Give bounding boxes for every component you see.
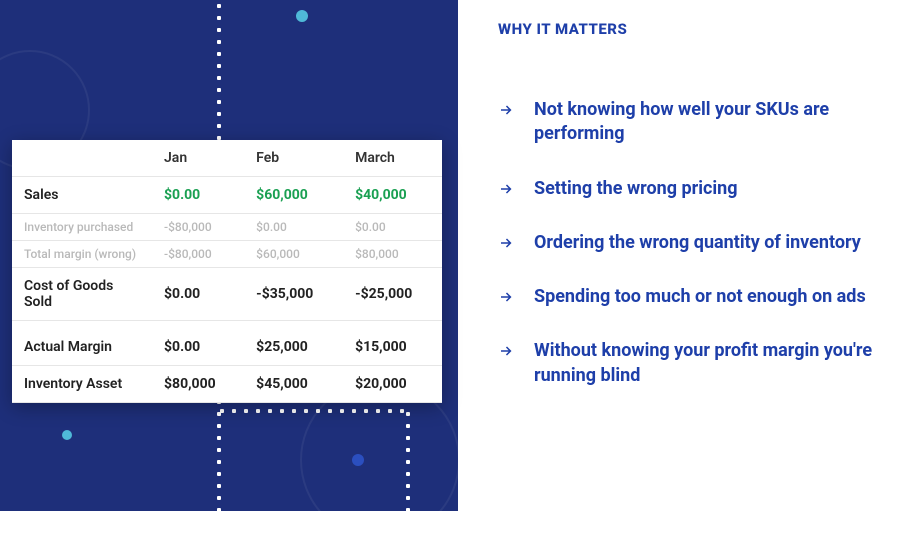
cell: $15,000 xyxy=(343,321,442,366)
table-row: Sales $0.00 $60,000 $40,000 xyxy=(12,177,442,214)
cell: $80,000 xyxy=(152,366,244,403)
col-header: Feb xyxy=(244,140,343,177)
table-row: Total margin (wrong) -$80,000 $60,000 $8… xyxy=(12,241,442,268)
cell: $60,000 xyxy=(244,241,343,268)
table-row: Cost of Goods Sold $0.00 -$35,000 -$25,0… xyxy=(12,268,442,321)
section-heading: WHY IT MATTERS xyxy=(498,20,875,38)
decorative-dot xyxy=(62,430,72,440)
cell: -$25,000 xyxy=(343,268,442,321)
bullet-list: Not knowing how well your SKUs are perfo… xyxy=(498,98,875,388)
arrow-right-icon xyxy=(498,180,516,198)
list-item: Without knowing your profit margin you'r… xyxy=(498,339,875,388)
cell: $0.00 xyxy=(152,177,244,214)
list-item: Not knowing how well your SKUs are perfo… xyxy=(498,98,875,147)
cell: -$80,000 xyxy=(152,214,244,241)
bullet-text: Not knowing how well your SKUs are perfo… xyxy=(534,98,875,147)
cell: $20,000 xyxy=(343,366,442,403)
bullet-text: Spending too much or not enough on ads xyxy=(534,285,866,309)
cell: $0.00 xyxy=(152,321,244,366)
arrow-right-icon xyxy=(498,288,516,306)
arrow-right-icon xyxy=(498,234,516,252)
table-row: Inventory Asset $80,000 $45,000 $20,000 xyxy=(12,366,442,403)
cell: $0.00 xyxy=(244,214,343,241)
cell: -$80,000 xyxy=(152,241,244,268)
decorative-dot xyxy=(296,10,308,22)
right-panel: WHY IT MATTERS Not knowing how well your… xyxy=(458,0,915,511)
bullet-text: Ordering the wrong quantity of inventory xyxy=(534,231,861,255)
cell: $0.00 xyxy=(343,214,442,241)
financial-table-card: Jan Feb March Sales $0.00 $60,000 $40,00… xyxy=(12,140,442,403)
bullet-text: Without knowing your profit margin you'r… xyxy=(534,339,875,388)
list-item: Setting the wrong pricing xyxy=(498,177,875,201)
cell: $45,000 xyxy=(244,366,343,403)
table-row: Inventory purchased -$80,000 $0.00 $0.00 xyxy=(12,214,442,241)
col-header: Jan xyxy=(152,140,244,177)
bullet-text: Setting the wrong pricing xyxy=(534,177,738,201)
cell: $60,000 xyxy=(244,177,343,214)
table-header-row: Jan Feb March xyxy=(12,140,442,177)
list-item: Spending too much or not enough on ads xyxy=(498,285,875,309)
col-header xyxy=(12,140,152,177)
list-item: Ordering the wrong quantity of inventory xyxy=(498,231,875,255)
decorative-circle xyxy=(300,380,460,540)
decorative-dot xyxy=(352,454,364,466)
financial-table: Jan Feb March Sales $0.00 $60,000 $40,00… xyxy=(12,140,442,403)
row-label: Cost of Goods Sold xyxy=(12,268,152,321)
cell: -$35,000 xyxy=(244,268,343,321)
arrow-right-icon xyxy=(498,101,516,119)
arrow-right-icon xyxy=(498,342,516,360)
cell: $0.00 xyxy=(152,268,244,321)
left-panel: Jan Feb March Sales $0.00 $60,000 $40,00… xyxy=(0,0,458,511)
row-label: Actual Margin xyxy=(12,321,152,366)
col-header: March xyxy=(343,140,442,177)
cell: $25,000 xyxy=(244,321,343,366)
row-label: Inventory purchased xyxy=(12,214,152,241)
row-label: Sales xyxy=(12,177,152,214)
table-row: Actual Margin $0.00 $25,000 $15,000 xyxy=(12,321,442,366)
row-label: Inventory Asset xyxy=(12,366,152,403)
row-label: Total margin (wrong) xyxy=(12,241,152,268)
cell: $80,000 xyxy=(343,241,442,268)
cell: $40,000 xyxy=(343,177,442,214)
